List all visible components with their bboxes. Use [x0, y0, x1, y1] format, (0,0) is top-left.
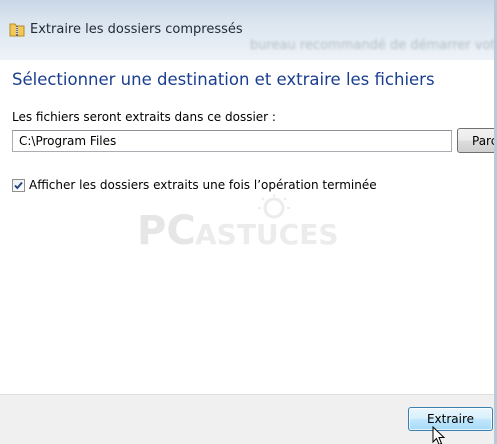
mouse-cursor-icon — [432, 426, 446, 444]
show-files-checkbox[interactable] — [12, 178, 25, 192]
zip-folder-icon — [9, 22, 25, 37]
page-title: Sélectionner une destination et extraire… — [12, 70, 435, 89]
title-bar[interactable]: bureau recommandé de démarrer votre ordi… — [0, 0, 497, 60]
window-title: Extraire les dossiers compressés — [30, 22, 243, 37]
dialog-content: Sélectionner une destination et extraire… — [0, 60, 497, 394]
show-files-option[interactable]: Afficher les dossiers extraits une fois … — [12, 177, 377, 193]
extract-button[interactable]: Extraire — [408, 407, 493, 431]
background-window-text: bureau recommandé de démarrer votre ordi… — [250, 38, 497, 53]
dialog-footer: Extraire — [0, 394, 497, 444]
destination-path-input[interactable] — [12, 130, 452, 152]
destination-label: Les fichiers seront extraits dans ce dos… — [12, 110, 276, 124]
browse-button[interactable]: Parcourir... — [457, 128, 497, 153]
extract-dialog: bureau recommandé de démarrer votre ordi… — [0, 0, 497, 444]
pc-astuces-watermark: PC ASTUCES — [137, 194, 339, 252]
show-files-label: Afficher les dossiers extraits une fois … — [29, 178, 377, 192]
watermark-astuces-text: ASTUCES — [195, 218, 339, 251]
checkmark-icon — [14, 181, 23, 189]
watermark-pc-text: PC — [137, 208, 196, 252]
